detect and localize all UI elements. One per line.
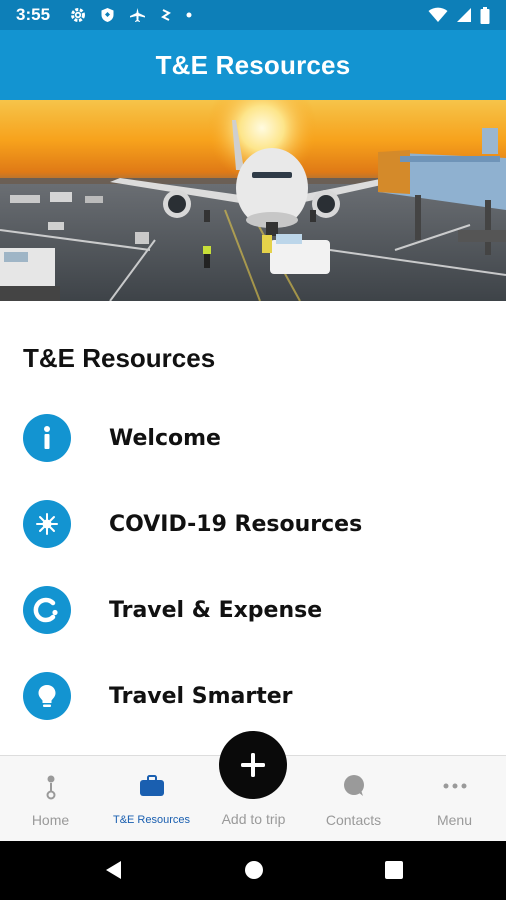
plus-icon	[241, 753, 265, 777]
home-icon[interactable]	[243, 859, 265, 881]
gear-icon	[71, 8, 86, 22]
nav-te-resources[interactable]: T&E Resources	[101, 756, 202, 842]
status-time: 3:55	[16, 5, 51, 24]
battery-icon	[480, 6, 490, 24]
airplane-sunset-illustration	[0, 100, 506, 301]
resource-item-travel-smarter[interactable]: Travel Smarter	[0, 653, 506, 739]
section-title: T&E Resources	[23, 343, 216, 373]
page-title: T&E Resources	[155, 49, 351, 80]
recents-icon[interactable]	[383, 859, 405, 881]
brand-c-icon	[23, 586, 71, 634]
nav-label-te-resources: T&E Resources	[112, 814, 191, 826]
signal-icon	[457, 8, 471, 22]
resource-label: COVID-19 Resources	[109, 511, 363, 537]
status-system-icons	[428, 6, 490, 24]
info-icon	[23, 414, 71, 462]
home-pin-icon	[46, 775, 55, 800]
nav-label-add-to-trip: Add to trip	[221, 811, 286, 827]
nav-label-menu: Menu	[436, 812, 473, 828]
wifi-icon	[428, 7, 448, 22]
status-bar: 3:55	[0, 0, 506, 30]
system-nav-bar	[0, 841, 506, 900]
more-dots-icon	[443, 783, 466, 789]
lightbulb-icon	[23, 672, 71, 720]
virus-icon	[23, 500, 71, 548]
chat-bubble-icon	[343, 775, 364, 796]
resource-label: Welcome	[109, 425, 221, 451]
add-to-trip-button[interactable]	[219, 731, 287, 799]
nav-home[interactable]: Home	[0, 756, 101, 842]
nav-label-home: Home	[31, 812, 70, 828]
nav-label-contacts: Contacts	[325, 812, 382, 828]
resource-label: Travel Smarter	[109, 683, 293, 709]
resource-item-welcome[interactable]: Welcome	[0, 395, 506, 481]
nfc-icon	[161, 9, 172, 21]
app-header: T&E Resources	[0, 30, 506, 100]
nav-menu[interactable]: Menu	[404, 756, 505, 842]
status-notification-icons	[70, 7, 192, 23]
dot-icon	[186, 12, 192, 18]
back-icon[interactable]	[103, 859, 125, 881]
resource-item-covid-19[interactable]: COVID-19 Resources	[0, 481, 506, 567]
nav-contacts[interactable]: Contacts	[303, 756, 404, 842]
hero-image	[0, 100, 506, 301]
shield-icon	[101, 8, 114, 22]
airplane-icon	[130, 8, 146, 22]
resource-label: Travel & Expense	[109, 597, 323, 623]
briefcase-icon	[139, 775, 164, 796]
resource-item-travel-expense[interactable]: Travel & Expense	[0, 567, 506, 653]
